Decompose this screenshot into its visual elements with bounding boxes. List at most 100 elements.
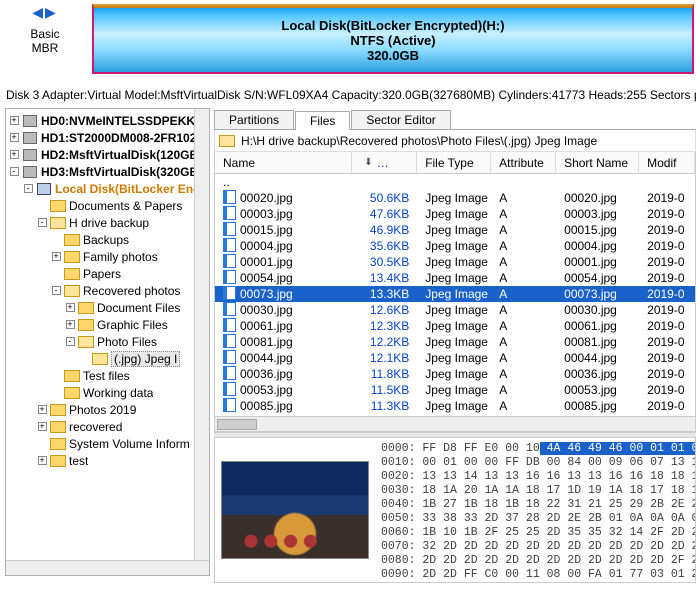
cell-size: 30.5KB: [352, 255, 417, 269]
table-row[interactable]: 00015.jpg46.9KBJpeg ImageA00015.jpg2019-…: [215, 222, 695, 238]
cell-name: 00020.jpg: [240, 191, 293, 205]
file-icon: [223, 382, 240, 399]
tree-node-jpg[interactable]: (.jpg) Jpeg I: [8, 350, 207, 367]
cell-modify: 2019-0: [639, 303, 695, 317]
folder-icon: [64, 267, 80, 281]
tree-node[interactable]: +test: [8, 452, 207, 469]
table-row[interactable]: 00044.jpg12.1KBJpeg ImageA00044.jpg2019-…: [215, 350, 695, 366]
cell-modify: 2019-0: [639, 207, 695, 221]
cell-size: 13.3KB: [352, 287, 417, 301]
table-row[interactable]: 00054.jpg13.4KBJpeg ImageA00054.jpg2019-…: [215, 270, 695, 286]
tree-node[interactable]: Test files: [8, 367, 207, 384]
cell-attribute: A: [491, 287, 556, 301]
tree-node[interactable]: -H drive backup: [8, 214, 207, 231]
col-attribute[interactable]: Attribute: [491, 152, 556, 173]
cell-name: 00085.jpg: [240, 399, 293, 413]
cell-attribute: A: [491, 383, 556, 397]
cell-filetype: Jpeg Image: [417, 287, 491, 301]
tree-node-volume[interactable]: -Local Disk(BitLocker Encr: [8, 180, 207, 197]
cell-shortname: 00073.jpg: [556, 287, 639, 301]
cell-filetype: Jpeg Image: [417, 255, 491, 269]
table-row[interactable]: 00003.jpg47.6KBJpeg ImageA00003.jpg2019-…: [215, 206, 695, 222]
col-name[interactable]: Name: [215, 152, 352, 173]
col-filetype[interactable]: File Type: [417, 152, 491, 173]
cell-filetype: Jpeg Image: [417, 271, 491, 285]
scrollbar-thumb[interactable]: [217, 419, 257, 430]
preview-thumbnail: [221, 461, 369, 559]
table-row[interactable]: ..: [215, 174, 695, 190]
tree-node-hd3[interactable]: -HD3:MsftVirtualDisk(320GB: [8, 163, 207, 180]
cell-modify: 2019-0: [639, 319, 695, 333]
tab-sector-editor[interactable]: Sector Editor: [351, 110, 450, 129]
scrollbar-horizontal[interactable]: [6, 560, 209, 575]
tree-node[interactable]: System Volume Inform: [8, 435, 207, 452]
cell-modify: 2019-0: [639, 255, 695, 269]
cell-filetype: Jpeg Image: [417, 399, 491, 413]
table-row[interactable]: 00085.jpg11.3KBJpeg ImageA00085.jpg2019-…: [215, 398, 695, 414]
cell-modify: 2019-0: [639, 399, 695, 413]
cell-shortname: 00003.jpg: [556, 207, 639, 221]
cell-modify: 2019-0: [639, 271, 695, 285]
disk-info-line: Disk 3 Adapter:Virtual Model:MsftVirtual…: [6, 88, 696, 106]
cell-filetype: Jpeg Image: [417, 207, 491, 221]
folder-icon: [50, 437, 66, 451]
col-shortname[interactable]: Short Name: [556, 152, 639, 173]
table-row[interactable]: 00020.jpg50.6KBJpeg ImageA00020.jpg2019-…: [215, 190, 695, 206]
tree-node[interactable]: +Photos 2019: [8, 401, 207, 418]
cell-filetype: Jpeg Image: [417, 191, 491, 205]
table-row[interactable]: 00004.jpg35.6KBJpeg ImageA00004.jpg2019-…: [215, 238, 695, 254]
cell-name: 00001.jpg: [240, 255, 293, 269]
table-row[interactable]: 00073.jpg13.3KBJpeg ImageA00073.jpg2019-…: [215, 286, 695, 302]
folder-icon: [78, 335, 94, 349]
table-row[interactable]: 00053.jpg11.5KBJpeg ImageA00053.jpg2019-…: [215, 382, 695, 398]
cell-filetype: Jpeg Image: [417, 383, 491, 397]
cell-modify: 2019-0: [639, 351, 695, 365]
tree-node[interactable]: +Document Files: [8, 299, 207, 316]
cell-size: 47.6KB: [352, 207, 417, 221]
table-row[interactable]: 00061.jpg12.3KBJpeg ImageA00061.jpg2019-…: [215, 318, 695, 334]
tree-node[interactable]: -Recovered photos: [8, 282, 207, 299]
table-row[interactable]: 00036.jpg11.8KBJpeg ImageA00036.jpg2019-…: [215, 366, 695, 382]
cell-modify: 2019-0: [639, 367, 695, 381]
tree-node[interactable]: Papers: [8, 265, 207, 282]
image-preview: [215, 438, 375, 582]
cell-shortname: 00081.jpg: [556, 335, 639, 349]
table-row[interactable]: 00081.jpg12.2KBJpeg ImageA00081.jpg2019-…: [215, 334, 695, 350]
scrollbar-horizontal[interactable]: [215, 416, 695, 431]
table-row[interactable]: 00030.jpg12.6KBJpeg ImageA00030.jpg2019-…: [215, 302, 695, 318]
cell-attribute: A: [491, 271, 556, 285]
tree-node[interactable]: Documents & Papers: [8, 197, 207, 214]
scrollbar-vertical[interactable]: [194, 109, 209, 575]
col-options-icon[interactable]: …: [377, 156, 389, 170]
tree-node[interactable]: +Family photos: [8, 248, 207, 265]
tab-partitions[interactable]: Partitions: [214, 110, 294, 129]
tree-node[interactable]: Backups: [8, 231, 207, 248]
column-headers[interactable]: Name ⬇… File Type Attribute Short Name M…: [215, 152, 695, 174]
tree-node[interactable]: +Graphic Files: [8, 316, 207, 333]
cell-attribute: A: [491, 367, 556, 381]
tree-node[interactable]: -Photo Files: [8, 333, 207, 350]
col-modify[interactable]: Modif: [639, 152, 695, 173]
tree-node-hd2[interactable]: +HD2:MsftVirtualDisk(120GB: [8, 146, 207, 163]
cell-name: 00053.jpg: [240, 383, 293, 397]
tree-node[interactable]: +recovered: [8, 418, 207, 435]
cell-size: 13.4KB: [352, 271, 417, 285]
tree-node-hd1[interactable]: +HD1:ST2000DM008-2FR102: [8, 129, 207, 146]
table-row[interactable]: 00001.jpg30.5KBJpeg ImageA00001.jpg2019-…: [215, 254, 695, 270]
tree-node-hd0[interactable]: +HD0:NVMeINTELSSDPEKKW: [8, 112, 207, 129]
cell-shortname: 00020.jpg: [556, 191, 639, 205]
cell-name: 00081.jpg: [240, 335, 293, 349]
volume-bar[interactable]: Local Disk(BitLocker Encrypted)(H:) NTFS…: [92, 4, 694, 74]
hex-viewer[interactable]: 0000: FF D8 FF E0 00 10 4A 46 49 46 00 0…: [375, 438, 695, 582]
folder-icon: [50, 403, 66, 417]
col-size[interactable]: ⬇…: [352, 152, 417, 173]
nav-arrows[interactable]: ◀▶: [5, 4, 85, 21]
folder-icon: [50, 420, 66, 434]
file-icon: [223, 398, 240, 415]
path-bar[interactable]: H:\H drive backup\Recovered photos\Photo…: [214, 130, 696, 152]
cell-shortname: 00030.jpg: [556, 303, 639, 317]
tree-node[interactable]: Working data: [8, 384, 207, 401]
file-list[interactable]: Name ⬇… File Type Attribute Short Name M…: [214, 152, 696, 432]
directory-tree[interactable]: +HD0:NVMeINTELSSDPEKKW +HD1:ST2000DM008-…: [5, 108, 210, 576]
tab-files[interactable]: Files: [295, 111, 350, 130]
